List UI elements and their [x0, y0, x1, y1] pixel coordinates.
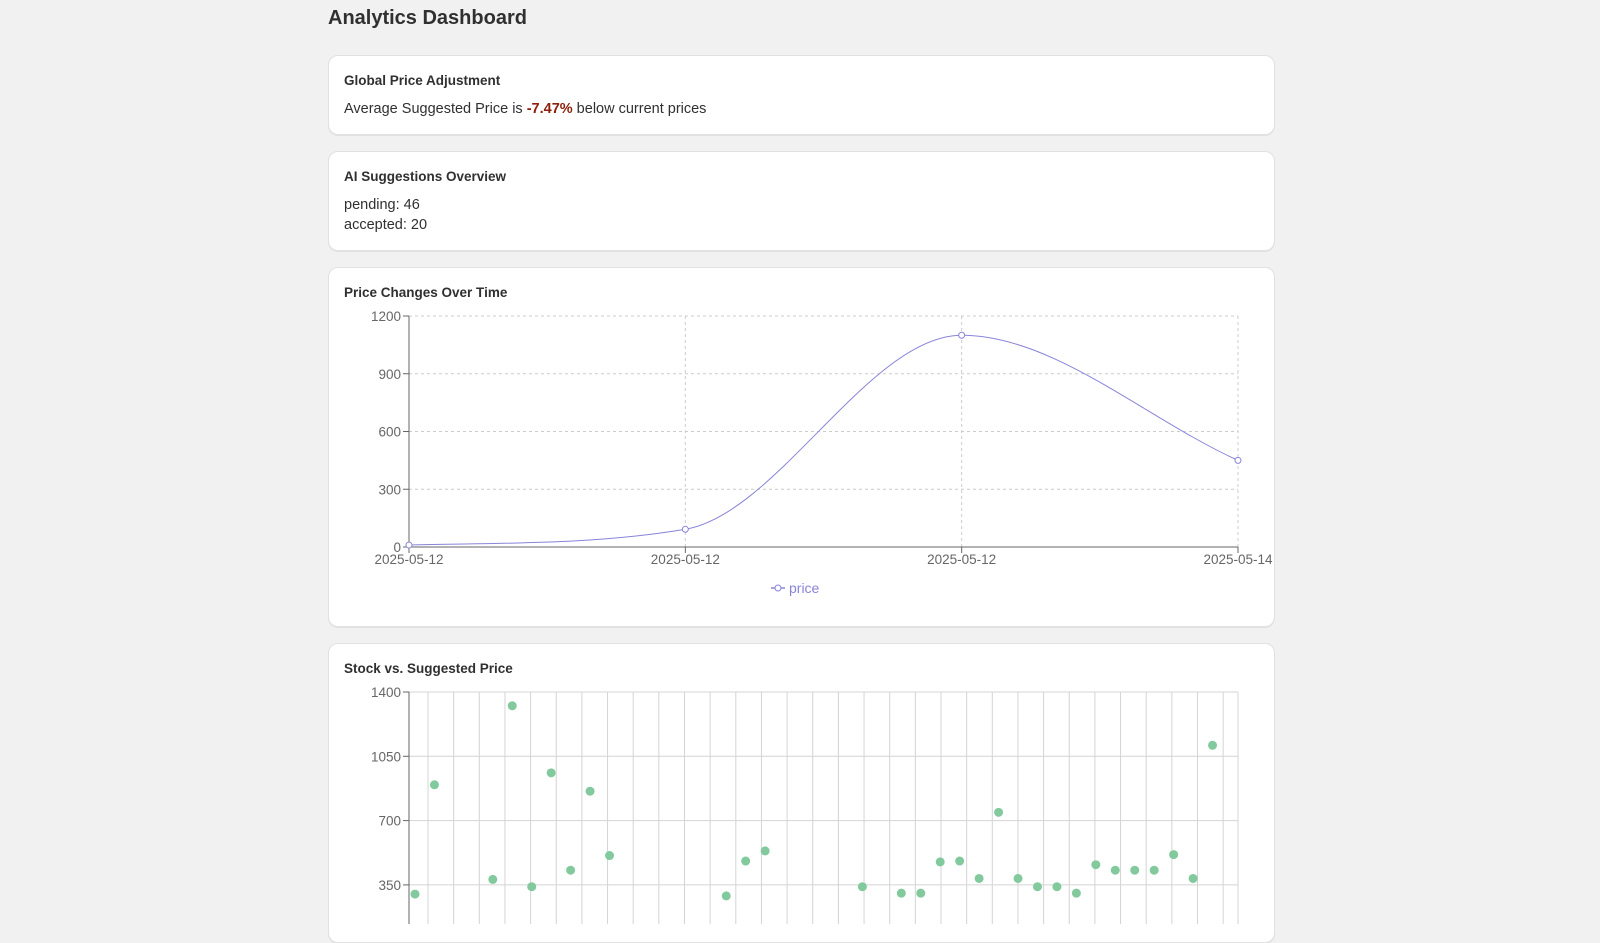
card-title: Global Price Adjustment: [344, 73, 501, 88]
y-tick-label: 300: [378, 482, 401, 497]
scatter-point: [546, 768, 556, 778]
card-title: Price Changes Over Time: [344, 285, 508, 300]
ai-overview-stats: pending: 46 accepted: 20: [344, 195, 1259, 235]
adjustment-percent: -7.47%: [526, 101, 573, 117]
price-point: [1234, 456, 1242, 464]
scatter-point: [935, 857, 945, 867]
scatter-point: [1169, 850, 1179, 860]
scatter-point: [741, 856, 751, 866]
global-price-adjustment-card: Global Price Adjustment Average Suggeste…: [328, 55, 1275, 135]
price-point: [958, 331, 966, 339]
scatter-point: [955, 856, 965, 866]
scatter-point: [1110, 865, 1120, 875]
dashboard-page: Analytics Dashboard Global Price Adjustm…: [328, 0, 1277, 943]
y-tick-label: 900: [378, 367, 401, 382]
scatter-point: [974, 873, 984, 883]
adjustment-suffix: below current prices: [572, 101, 707, 117]
price-line-chart: 030060090012002025-05-12 2025-05-12 2025-0…: [371, 309, 1273, 596]
y-tick-label: 600: [378, 425, 401, 440]
scatter-point: [527, 882, 537, 892]
card-title: AI Suggestions Overview: [344, 169, 507, 184]
y-tick-label: 1200: [371, 309, 401, 324]
x-tick-label: 2025-05-12: [374, 552, 443, 567]
scatter-point: [760, 846, 770, 856]
price-series-line: [408, 334, 1239, 546]
scatter-point: [1013, 873, 1023, 883]
stock-vs-price-card: Stock vs. Suggested Price 350 700 1050 1400: [328, 643, 1275, 943]
scatter-point: [721, 891, 731, 901]
scatter-point: [488, 874, 498, 884]
scatter-point: [857, 882, 867, 892]
x-tick-label: 2025-05-12: [927, 552, 996, 567]
price-point: [681, 525, 689, 533]
price-point: [405, 541, 413, 549]
price-changes-card: Price Changes Over Time 0 300 600 900 1200 20…: [328, 267, 1275, 627]
y-tick-label: 700: [378, 814, 401, 829]
scatter-point: [585, 786, 595, 796]
legend-dot-icon: [774, 584, 782, 592]
scatter-point: [1208, 740, 1218, 750]
scatter-point: [1188, 873, 1198, 883]
scatter-point: [566, 865, 576, 875]
scatter-point: [1071, 888, 1081, 898]
scatter-point: [605, 851, 615, 861]
scatter-point: [1091, 860, 1101, 870]
x-tick-label: 2025-05-14: [1203, 552, 1273, 567]
scatter-point: [1032, 882, 1042, 892]
scatter-point: [1149, 865, 1159, 875]
y-tick-label: 1050: [371, 749, 401, 764]
legend-label: price: [789, 580, 820, 596]
stock-scatter-chart: 350 700 1050 1400: [371, 685, 1239, 924]
y-tick-label: 1400: [371, 685, 401, 700]
scatter-point: [916, 888, 926, 898]
scatter-point: [429, 780, 439, 790]
adjustment-prefix: Average Suggested Price is: [344, 101, 527, 117]
accepted-count: accepted: 20: [344, 217, 428, 233]
y-tick-label: 350: [378, 878, 401, 893]
x-tick-label: 2025-05-12: [651, 552, 720, 567]
card-title: Stock vs. Suggested Price: [344, 661, 513, 676]
scatter-point: [896, 888, 906, 898]
scatter-point: [1052, 882, 1062, 892]
pending-count: pending: 46: [344, 197, 420, 213]
ai-suggestions-overview-card: AI Suggestions Overview pending: 46 acce…: [328, 151, 1275, 251]
scatter-point: [994, 807, 1004, 817]
page-title: Analytics Dashboard: [328, 7, 527, 29]
adjustment-summary: Average Suggested Price is -7.47% below …: [344, 99, 1259, 119]
scatter-point: [507, 701, 517, 711]
scatter-point: [1130, 865, 1140, 875]
scatter-point: [410, 889, 420, 899]
